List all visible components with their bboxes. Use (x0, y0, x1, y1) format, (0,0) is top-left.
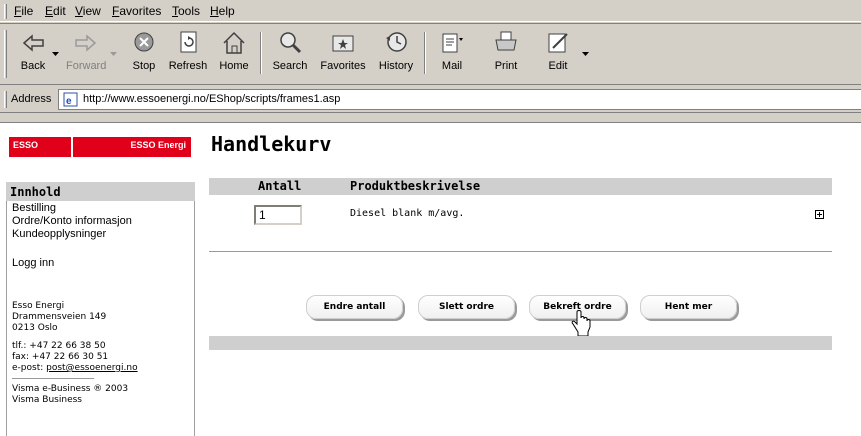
search-label: Search (272, 60, 308, 72)
company-postcode: 0213 Oslo (12, 323, 58, 333)
print-icon (495, 31, 517, 51)
menu-help[interactable]: Help (210, 4, 235, 18)
menu-bar: File Edit View Favorites Tools Help (0, 0, 861, 22)
stop-label: Stop (132, 60, 156, 72)
address-url: http://www.essoenergi.no/EShop/scripts/f… (83, 93, 341, 105)
page-content: ESSO ESSO Energi Innhold Bestilling Ordr… (0, 120, 861, 436)
edit-icon (548, 33, 568, 53)
favorites-label: Favorites (320, 60, 366, 72)
svg-text:e: e (66, 96, 72, 107)
cart-row-divider (209, 251, 832, 252)
menu-file[interactable]: File (14, 4, 33, 18)
forward-icon (75, 34, 97, 52)
cart-header-row (209, 178, 832, 195)
home-button[interactable]: Home (214, 28, 254, 80)
stop-icon (134, 32, 154, 52)
refresh-label: Refresh (168, 60, 208, 72)
refresh-icon (180, 31, 197, 53)
email-prefix: e-post: (12, 363, 47, 373)
edit-dropdown-arrow[interactable] (582, 52, 589, 56)
sidebar-heading: Innhold (6, 182, 195, 201)
toolbar-separator (424, 32, 426, 74)
hand-cursor-icon (571, 310, 591, 337)
edit-label: Edit (548, 60, 568, 72)
back-button[interactable]: Back (14, 28, 52, 80)
addressbar-grip[interactable] (4, 91, 7, 108)
history-label: History (378, 60, 414, 72)
toolbar-separator (260, 32, 262, 74)
quantity-input[interactable] (254, 205, 302, 225)
cart-footer-bar (209, 336, 832, 350)
credit-visma-ebusiness: Visma e-Business ® 2003 (12, 384, 129, 394)
change-quantity-button[interactable]: Endre antall (306, 295, 403, 319)
esso-energi-logo[interactable]: ESSO Energi (73, 137, 191, 157)
esso-logo[interactable]: ESSO (9, 137, 71, 157)
email-link[interactable]: post@essoenergi.no (46, 363, 137, 373)
edit-button[interactable]: Edit (540, 28, 576, 80)
home-label: Home (219, 60, 249, 72)
menubar-grip[interactable] (4, 4, 7, 19)
mail-label: Mail (441, 60, 463, 72)
sidebar-link-bestilling[interactable]: Bestilling (12, 202, 56, 214)
address-label: Address (11, 93, 52, 105)
stop-button[interactable]: Stop (124, 28, 164, 80)
favorites-button[interactable]: Favorites (316, 28, 370, 80)
refresh-button[interactable]: Refresh (166, 28, 210, 80)
back-icon (22, 34, 44, 52)
forward-label: Forward (66, 60, 107, 72)
menu-favorites[interactable]: Favorites (112, 4, 161, 18)
back-dropdown-arrow[interactable] (52, 52, 59, 56)
history-button[interactable]: History (374, 28, 418, 80)
delete-order-button[interactable]: Slett ordre (418, 295, 515, 319)
column-header-quantity: Antall (258, 179, 302, 193)
credit-visma-business: Visma Business (12, 395, 82, 405)
search-button[interactable]: Search (268, 28, 312, 80)
forward-button[interactable]: Forward (66, 28, 106, 80)
sidebar-divider (12, 378, 94, 379)
sidebar-link-logg-inn[interactable]: Logg inn (12, 257, 54, 269)
menu-edit[interactable]: Edit (45, 4, 66, 18)
company-phone: tlf.: +47 22 66 38 50 (12, 341, 106, 351)
forward-dropdown-arrow[interactable] (110, 52, 117, 56)
address-bar: Address e http://www.essoenergi.no/EShop… (0, 86, 861, 113)
back-label: Back (20, 60, 46, 72)
search-icon (280, 32, 302, 54)
standard-toolbar: Back Forward Stop Refresh Home Search Fa (0, 23, 861, 85)
product-description: Diesel blank m/avg. (350, 208, 465, 219)
print-label: Print (494, 60, 518, 72)
history-icon (386, 32, 407, 52)
column-header-description: Produktbeskrivelse (350, 179, 481, 193)
ie-page-icon: e (63, 92, 78, 107)
frame-divider (0, 120, 861, 123)
sidebar-link-kundeopplysninger[interactable]: Kundeopplysninger (12, 228, 106, 240)
company-name: Esso Energi (12, 301, 65, 311)
mail-button[interactable]: Mail (432, 28, 472, 80)
mail-icon (442, 33, 463, 53)
expand-icon[interactable] (815, 210, 824, 219)
favorites-icon (332, 35, 354, 52)
menu-tools[interactable]: Tools (172, 4, 200, 18)
home-icon (223, 31, 245, 54)
company-street: Drammensveien 149 (12, 312, 107, 322)
page-title: Handlekurv (211, 132, 332, 156)
menu-view[interactable]: View (75, 4, 101, 18)
company-fax: fax: +47 22 66 30 51 (12, 352, 109, 362)
fetch-more-button[interactable]: Hent mer (640, 295, 737, 319)
toolbar-grip[interactable] (4, 30, 7, 78)
sidebar-link-ordre-konto[interactable]: Ordre/Konto informasjon (12, 215, 132, 227)
print-button[interactable]: Print (486, 28, 526, 80)
browser-chrome: File Edit View Favorites Tools Help Back… (0, 0, 861, 120)
address-input[interactable]: e http://www.essoenergi.no/EShop/scripts… (58, 89, 861, 110)
company-email: e-post: post@essoenergi.no (12, 363, 138, 374)
